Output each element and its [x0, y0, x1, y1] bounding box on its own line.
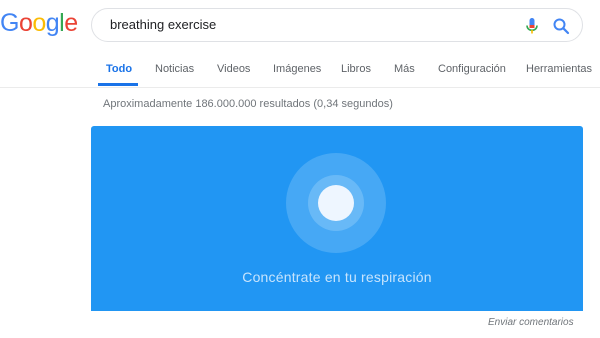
breath-caption: Concéntrate en tu respiración: [242, 269, 432, 285]
search-input[interactable]: [110, 9, 490, 41]
logo-letter-g2: g: [45, 9, 60, 37]
tab-imagenes[interactable]: Imágenes: [273, 63, 321, 75]
results-stats: Aproximadamente 186.000.000 resultados (…: [103, 98, 393, 110]
tab-mas[interactable]: Más: [394, 63, 415, 75]
logo-letter-e: e: [64, 9, 78, 37]
tab-videos[interactable]: Videos: [217, 63, 250, 75]
google-logo[interactable]: Google: [0, 9, 78, 39]
tabs-divider: [0, 87, 600, 88]
microphone-icon[interactable]: [524, 17, 540, 35]
search-box[interactable]: [91, 8, 583, 42]
search-tabs: Todo Noticias Videos Imágenes Libros Más…: [0, 56, 600, 86]
tab-configuracion[interactable]: Configuración: [438, 63, 506, 75]
tab-libros[interactable]: Libros: [341, 63, 371, 75]
logo-letter-o2: o: [32, 9, 46, 37]
logo-letter-o1: o: [18, 9, 33, 37]
feedback-link[interactable]: Enviar comentarios: [488, 317, 574, 328]
logo-letter-g: G: [0, 9, 19, 37]
active-tab-indicator: [98, 83, 138, 86]
tab-herramientas[interactable]: Herramientas: [526, 63, 592, 75]
breathing-exercise-card[interactable]: Concéntrate en tu respiración: [91, 126, 583, 311]
magnifier-icon[interactable]: [552, 17, 570, 35]
tab-noticias[interactable]: Noticias: [155, 63, 194, 75]
breath-inner-circle: [318, 185, 354, 221]
tab-todo[interactable]: Todo: [106, 63, 132, 75]
